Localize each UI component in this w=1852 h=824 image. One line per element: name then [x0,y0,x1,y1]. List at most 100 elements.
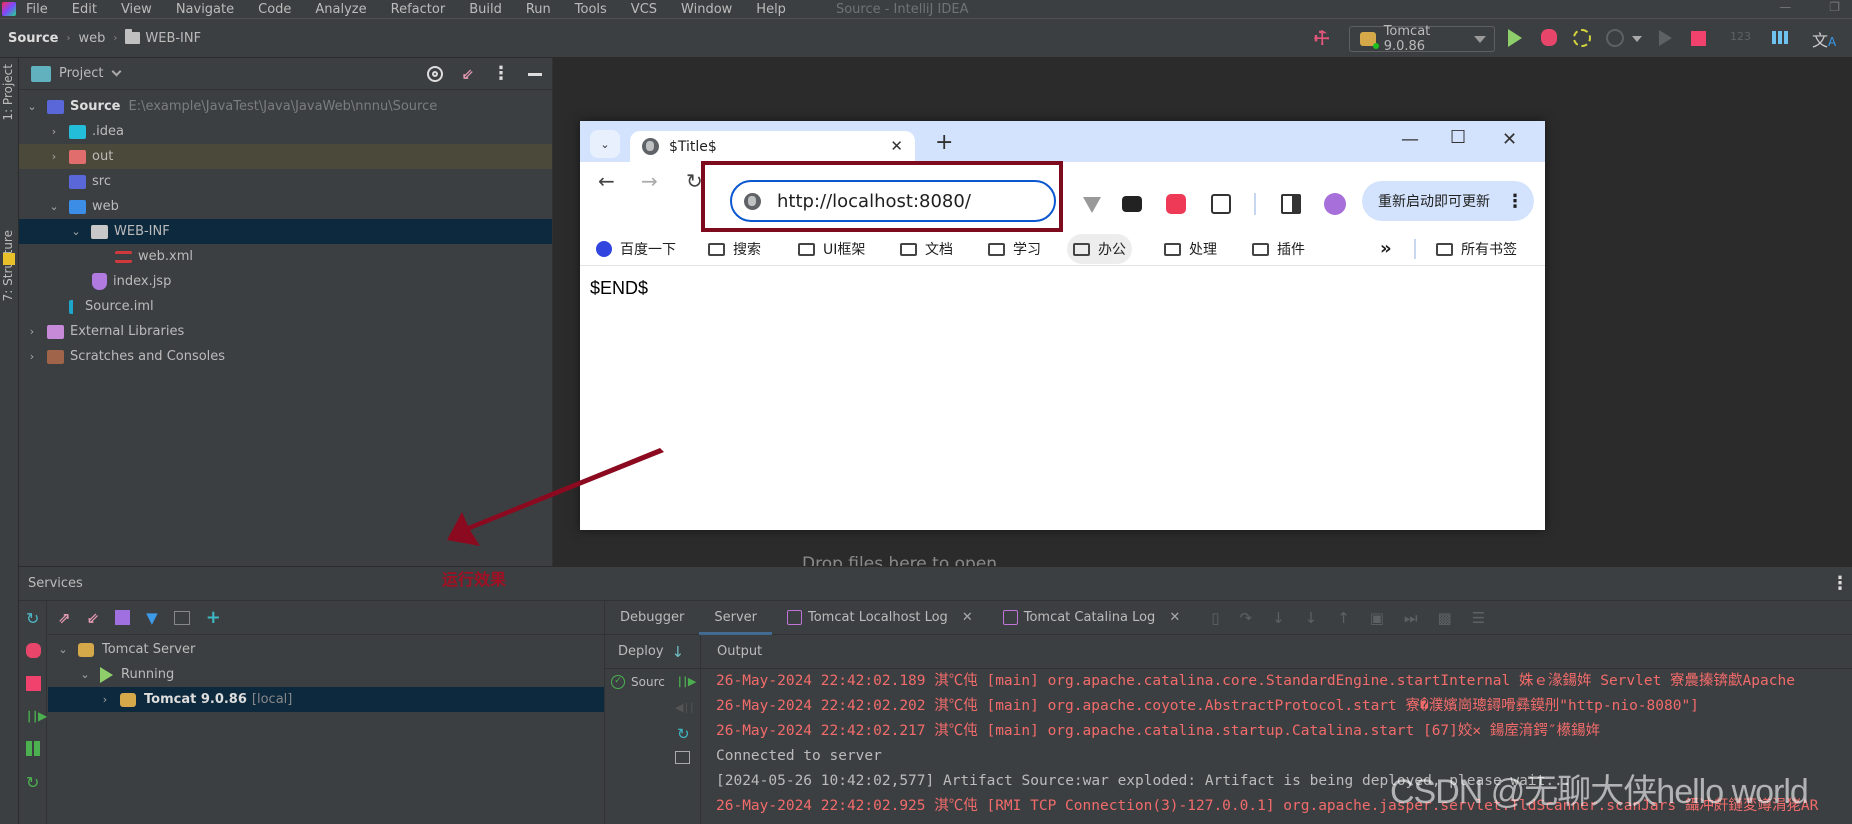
bookmark-item[interactable]: 百度一下 [590,234,682,264]
add-service-icon[interactable]: + [206,607,221,628]
breadcrumb-source[interactable]: Source [8,31,58,46]
menu-build[interactable]: Build [469,2,502,17]
bookmark-folder[interactable]: 学习 [982,234,1047,264]
close-tab-icon[interactable]: ✕ [1169,610,1180,625]
close-tab-icon[interactable]: ✕ [890,137,903,155]
refresh-icon[interactable]: ↻ [26,773,41,792]
more-options-icon[interactable]: ⋮ [1831,575,1849,593]
tree-item-source-root[interactable]: ⌄ Source E:\example\JavaTest\Java\JavaWe… [19,94,552,119]
collapsed-arrow-icon[interactable]: › [47,125,61,138]
tree-item-external-libraries[interactable]: › External Libraries [19,319,552,344]
drop-frame-icon[interactable]: ▣ [1370,609,1384,627]
refresh-icon[interactable]: ↻ [677,725,690,743]
update-button[interactable]: 重新启动即可更新 ⋮ [1362,181,1534,221]
close-window-icon[interactable]: ✕ [1502,129,1517,150]
settings-list-icon[interactable]: ☰ [1472,609,1485,627]
debug-icon[interactable] [1541,29,1557,46]
service-tomcat-instance[interactable]: › Tomcat 9.0.86 [local] [48,687,604,712]
tree-item-src[interactable]: src [19,169,552,194]
profile-avatar[interactable] [1324,193,1346,215]
minimize-icon[interactable]: — [1401,129,1419,150]
expand-all-icon[interactable]: ⇗ [58,609,71,627]
extensions-puzzle-icon[interactable] [1211,194,1231,214]
tab-debugger[interactable]: Debugger [605,601,699,635]
bookmark-folder[interactable]: 插件 [1246,234,1311,264]
tree-item-web-xml[interactable]: web.xml [19,244,552,269]
service-running-group[interactable]: ⌄ Running [48,662,604,687]
menu-help[interactable]: Help [756,2,786,17]
collapsed-arrow-icon[interactable]: › [25,325,39,338]
browser-tab[interactable]: $Title$ ✕ [630,131,915,162]
stop-icon[interactable] [1691,31,1706,46]
frames-icon[interactable]: ▯ [1211,609,1219,627]
tool-tab-project[interactable]: 1: Project [1,64,15,121]
resume-icon[interactable] [1659,30,1672,46]
all-bookmarks[interactable]: 所有书签 [1430,234,1523,264]
tab-tomcat-localhost-log[interactable]: Tomcat Localhost Log ✕ [772,601,988,635]
chevron-down-icon[interactable] [1632,36,1642,42]
group-by-icon[interactable] [115,610,131,625]
menu-vcs[interactable]: VCS [631,2,657,17]
breadcrumb-web-inf[interactable]: WEB-INF [145,31,201,46]
side-panel-icon[interactable] [1281,194,1301,214]
tree-item-web[interactable]: ⌄ web [19,194,552,219]
collapse-all-icon[interactable]: ⇙ [461,65,474,83]
rerun-icon[interactable]: ↻ [26,609,41,628]
bookmark-folder[interactable]: 办公 [1067,234,1132,264]
undeploy-icon[interactable]: ◀∣∣ [675,701,694,714]
more-menu-icon[interactable]: ⋮ [1506,191,1524,212]
menu-view[interactable]: View [121,2,152,17]
bookmark-folder[interactable]: 文档 [894,234,959,264]
more-bookmarks-icon[interactable]: » [1380,238,1392,259]
deploy-item[interactable]: ✓ Sourc ∣∣▶ [605,669,700,694]
deploy-arrow-icon[interactable]: ↓ [672,643,685,661]
back-icon[interactable]: ← [598,169,615,193]
coverage-icon[interactable] [1573,29,1591,47]
tree-item-out[interactable]: › out [19,144,552,169]
forward-icon[interactable]: → [641,169,658,193]
tool-tab-structure[interactable]: 7: Structure [1,230,15,301]
force-step-into-icon[interactable]: ↓ [1305,609,1318,627]
service-tomcat-server[interactable]: ⌄ Tomcat Server [48,637,604,662]
bookmark-folder[interactable]: 处理 [1158,234,1223,264]
translate-icon[interactable]: 文A [1812,27,1836,51]
deploy-header[interactable]: Deploy ↓ [605,634,701,669]
hide-panel-icon[interactable] [528,72,542,76]
deploy-all-icon[interactable]: ∣∣▶ [26,709,47,724]
close-tab-icon[interactable]: ✕ [962,610,973,625]
debug-icon[interactable] [26,643,41,658]
profiler-icon[interactable] [1606,29,1624,47]
layout-grid-icon[interactable] [1772,31,1788,44]
menu-refactor[interactable]: Refactor [391,2,446,17]
menu-tools[interactable]: Tools [575,2,607,17]
run-icon[interactable] [1508,29,1522,47]
evaluate-icon[interactable]: ▩ [1438,609,1452,627]
locate-file-icon[interactable] [427,66,444,82]
bookmark-folder[interactable]: 搜索 [702,234,767,264]
new-tab-icon[interactable] [173,610,190,625]
restore-window-icon[interactable]: ❐ [1829,0,1840,14]
menu-navigate[interactable]: Navigate [176,2,234,17]
expand-arrow-icon[interactable]: ⌄ [56,643,70,656]
menu-edit[interactable]: Edit [72,2,97,17]
expand-arrow-icon[interactable]: ⌄ [78,668,92,681]
tree-item-source-iml[interactable]: Source.iml [19,294,552,319]
chevron-down-icon[interactable] [112,66,122,77]
collapse-all-icon[interactable]: ⇙ [87,609,100,627]
extension-icon[interactable] [1122,196,1142,212]
menu-window[interactable]: Window [681,2,732,17]
expand-arrow-icon[interactable]: ⌄ [47,200,61,213]
more-options-icon[interactable]: ⋮ [492,65,510,83]
numbers-icon[interactable]: 123 [1730,30,1751,43]
run-to-cursor-icon[interactable]: ⏭ [1404,609,1418,627]
maximize-icon[interactable]: ☐ [1450,127,1466,148]
extension-icon[interactable] [1166,194,1186,214]
expand-arrow-icon[interactable]: ⌄ [25,100,39,113]
new-tab-icon[interactable]: + [935,130,953,155]
collapsed-arrow-icon[interactable]: › [47,150,61,163]
tree-item-idea[interactable]: › .idea [19,119,552,144]
stop-icon[interactable] [26,676,41,691]
deploy-artifacts-icon[interactable] [26,741,41,756]
menu-analyze[interactable]: Analyze [315,2,366,17]
tab-tomcat-catalina-log[interactable]: Tomcat Catalina Log ✕ [988,601,1196,635]
